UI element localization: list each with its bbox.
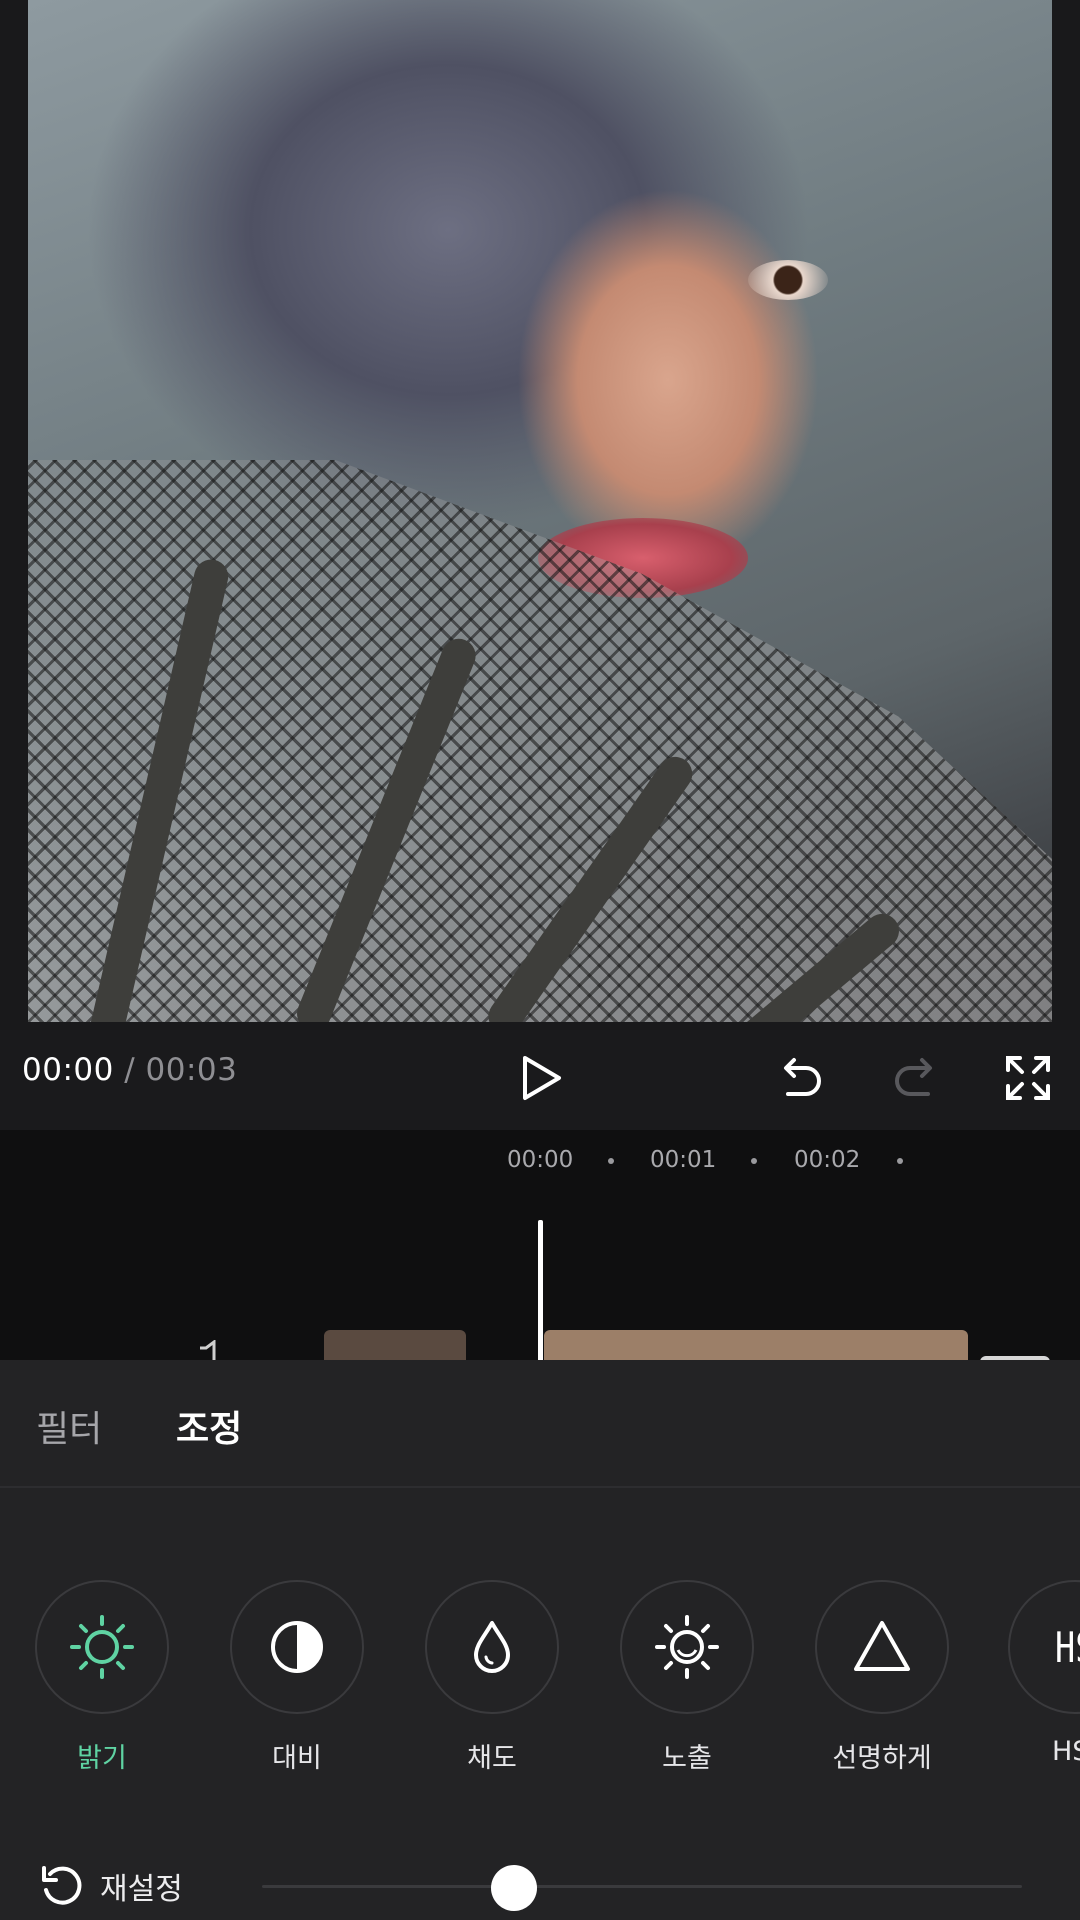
playhead[interactable] (538, 1220, 543, 1370)
tool-exposure[interactable]: 노출 (619, 1580, 755, 1775)
tool-sharpen[interactable]: 선명하게 (814, 1580, 950, 1775)
timeline-tick: 00:02 (794, 1147, 861, 1173)
time-separator: / (113, 1052, 146, 1088)
brightness-icon (70, 1615, 134, 1679)
tool-label: 노출 (662, 1743, 712, 1774)
reset-icon (42, 1866, 82, 1905)
tab-filter[interactable]: 필터 (36, 1400, 102, 1452)
timeline-dot (608, 1158, 614, 1164)
tool-label: 채도 (467, 1743, 517, 1774)
play-button[interactable] (512, 1048, 572, 1108)
tool-label: 밝기 (77, 1743, 127, 1774)
total-time: 00:03 (145, 1052, 238, 1088)
redo-icon (895, 1058, 932, 1096)
timeline-dot (897, 1158, 903, 1164)
sharpen-icon (854, 1621, 910, 1671)
reset-label: 재설정 (100, 1872, 183, 1907)
slider-knob[interactable] (491, 1865, 537, 1911)
tool-saturation[interactable]: 채도 (424, 1580, 560, 1775)
timeline-tick: 00:00 (507, 1147, 574, 1173)
reset-button[interactable]: 재설정 (36, 1860, 183, 1912)
tool-hsl[interactable]: HS HS (1008, 1580, 1080, 1767)
tool-button-hsl[interactable]: HS (1008, 1580, 1080, 1714)
tab-adjust[interactable]: 조정 (176, 1400, 242, 1452)
tool-label: HS (1052, 1736, 1080, 1767)
fullscreen-icon (1006, 1056, 1050, 1100)
tool-button-contrast[interactable] (230, 1580, 364, 1714)
exposure-icon (655, 1615, 719, 1679)
tool-label: 선명하게 (832, 1743, 932, 1774)
play-icon (523, 1056, 561, 1100)
tool-label: 대비 (272, 1743, 322, 1774)
video-preview[interactable] (0, 0, 1080, 1030)
preview-eye-detail (748, 260, 828, 300)
current-time: 00:00 (22, 1052, 114, 1088)
tool-button-sharpen[interactable] (815, 1580, 949, 1714)
tool-button-saturation[interactable] (425, 1580, 559, 1714)
undo-button[interactable] (770, 1048, 830, 1108)
redo-button[interactable] (886, 1048, 946, 1108)
timeline-dot (751, 1158, 757, 1164)
undo-icon (784, 1058, 821, 1096)
contrast-icon (271, 1621, 323, 1673)
time-display: 00:00 / 00:03 (22, 1052, 237, 1088)
timeline-tick: 00:01 (650, 1147, 717, 1173)
saturation-icon (474, 1621, 510, 1673)
preview-image (28, 0, 1052, 1022)
tool-contrast[interactable]: 대비 (229, 1580, 365, 1775)
adjust-slider[interactable] (262, 1885, 1022, 1888)
tool-brightness[interactable]: 밝기 (34, 1580, 170, 1775)
panel-divider (0, 1486, 1080, 1488)
fullscreen-button[interactable] (998, 1048, 1058, 1108)
tool-button-brightness[interactable] (35, 1580, 169, 1714)
tool-button-exposure[interactable] (620, 1580, 754, 1714)
hsl-icon: HS (1054, 1622, 1080, 1672)
